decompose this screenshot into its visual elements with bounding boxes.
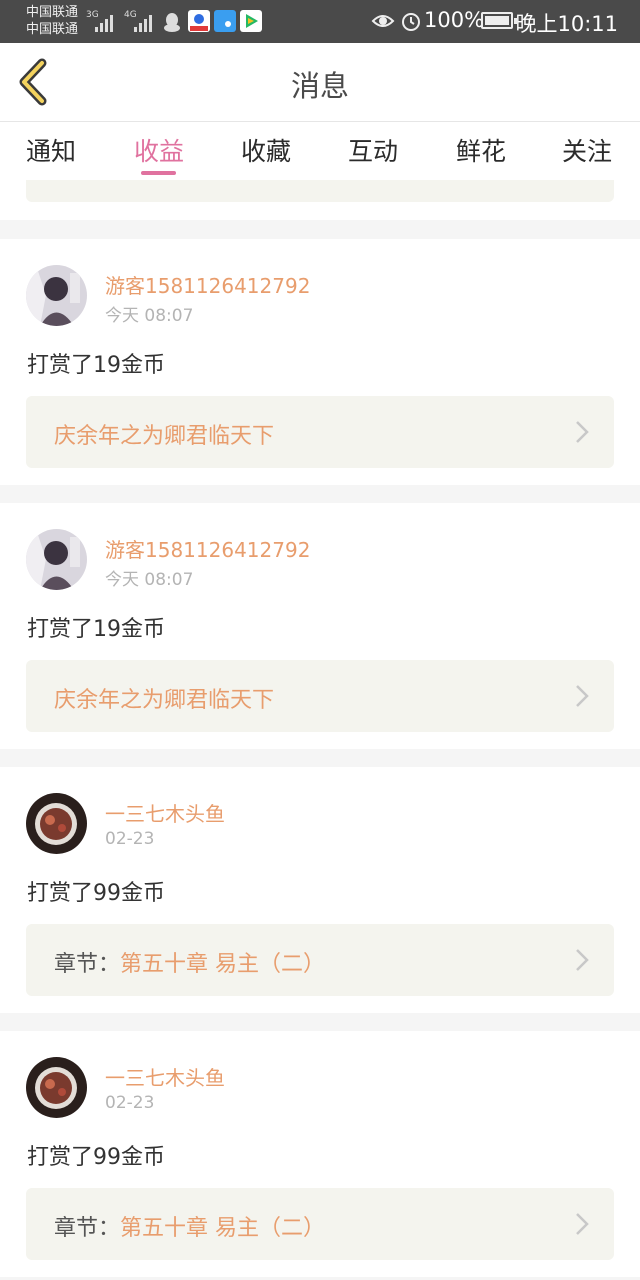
avatar[interactable]: [26, 529, 87, 590]
status-bar: 中国联通 中国联通 3G 4G 100% 晚上10:11: [0, 0, 640, 43]
chevron-right-icon: [576, 949, 589, 971]
clock-time: 晚上10:11: [515, 12, 618, 36]
qq-icon: [164, 13, 180, 32]
alarm-clock-icon: [402, 13, 420, 31]
tab-interactions[interactable]: 互动: [348, 132, 398, 168]
chapter-link[interactable]: 章节：第五十章 易主（二）: [26, 924, 614, 996]
username[interactable]: 游客1581126412792: [105, 534, 310, 563]
video-app-icon: [240, 10, 262, 32]
coffee-avatar-icon: [26, 1057, 87, 1118]
network-type-1: 3G: [86, 10, 99, 20]
username[interactable]: 一三七木头鱼: [105, 1062, 225, 1091]
chapter-link[interactable]: 章节：第五十章 易主（二）: [26, 1188, 614, 1260]
reward-text: 打赏了19金币: [27, 617, 165, 642]
book-title: 庆余年之为卿君临天下: [54, 688, 275, 713]
timestamp: 今天 08:07: [105, 570, 194, 590]
list-item: 一三七木头鱼 02-23 打赏了99金币 章节：第五十章 易主（二）: [0, 767, 640, 1013]
chapter-title: 第五十章 易主（二）: [120, 952, 326, 977]
coffee-avatar-icon: [26, 793, 87, 854]
book-link[interactable]: 庆余年之为卿君临天下: [26, 396, 614, 468]
link-prefix: 章节：: [54, 1216, 121, 1241]
tab-bar: 通知 收益 收藏 互动 鲜花 关注: [0, 122, 640, 180]
eye-protection-icon: [371, 15, 395, 27]
chevron-right-icon: [576, 685, 589, 707]
message-list[interactable]: 游客1581126412792 今天 08:07 打赏了19金币 庆余年之为卿君…: [0, 180, 640, 1280]
link-prefix: 章节：: [54, 952, 121, 977]
list-item: 游客1581126412792 今天 08:07 打赏了19金币 庆余年之为卿君…: [0, 503, 640, 749]
page-title: 消息: [290, 69, 349, 103]
previous-card-remnant: [0, 180, 640, 220]
tab-flowers[interactable]: 鲜花: [456, 132, 506, 168]
chapter-title: 第五十章 易主（二）: [120, 1216, 326, 1241]
reward-text: 打赏了99金币: [27, 881, 165, 906]
avatar[interactable]: [26, 793, 87, 854]
carrier-2: 中国联通: [26, 22, 79, 37]
carrier-1: 中国联通: [26, 5, 79, 20]
avatar[interactable]: [26, 1057, 87, 1118]
baidu-app-icon: [188, 10, 210, 32]
message-app-icon: [214, 10, 236, 32]
tab-favorites[interactable]: 收藏: [241, 132, 291, 168]
book-title: 庆余年之为卿君临天下: [54, 424, 275, 449]
carrier-info: 中国联通 中国联通: [26, 4, 78, 38]
tab-following[interactable]: 关注: [562, 132, 612, 168]
reward-text: 打赏了19金币: [27, 353, 165, 378]
timestamp: 今天 08:07: [105, 306, 194, 326]
list-item: 游客1581126412792 今天 08:07 打赏了19金币 庆余年之为卿君…: [0, 239, 640, 485]
battery-percent: 100%: [424, 8, 485, 32]
username[interactable]: 游客1581126412792: [105, 270, 310, 299]
battery-icon: [481, 12, 517, 29]
nav-header: 消息: [0, 43, 640, 122]
list-item: 一三七木头鱼 02-23 打赏了99金币 章节：第五十章 易主（二）: [0, 1031, 640, 1277]
network-type-2: 4G: [124, 10, 137, 20]
anime-avatar-icon: [26, 529, 87, 590]
avatar[interactable]: [26, 265, 87, 326]
active-tab-indicator: [141, 171, 176, 175]
tab-earnings[interactable]: 收益: [134, 132, 184, 168]
tab-notifications[interactable]: 通知: [26, 132, 76, 168]
timestamp: 02-23: [105, 829, 155, 849]
chevron-right-icon: [576, 1213, 589, 1235]
anime-avatar-icon: [26, 265, 87, 326]
timestamp: 02-23: [105, 1093, 155, 1113]
reward-text: 打赏了99金币: [27, 1145, 165, 1170]
book-link[interactable]: 庆余年之为卿君临天下: [26, 660, 614, 732]
chevron-right-icon: [576, 421, 589, 443]
username[interactable]: 一三七木头鱼: [105, 798, 225, 827]
